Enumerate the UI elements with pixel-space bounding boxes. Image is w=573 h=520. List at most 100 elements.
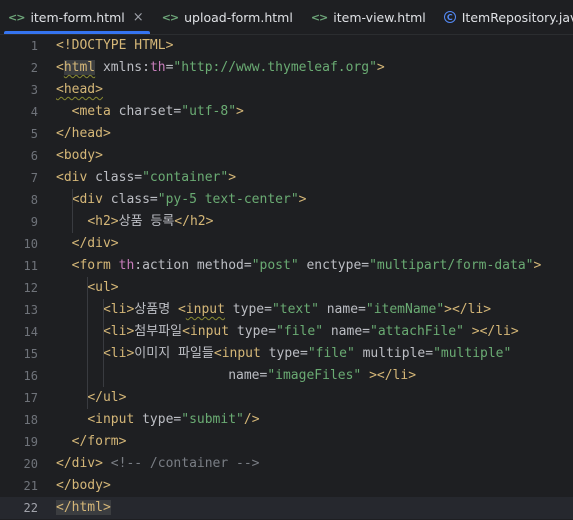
code-token: type= — [260, 346, 308, 361]
editor-tab-label: upload-form.html — [184, 9, 293, 25]
code-text: <div class="py-5 text-center"> — [56, 189, 307, 211]
code-token: <ul> — [87, 280, 119, 295]
code-line[interactable]: 5 </head> — [0, 123, 573, 145]
code-line[interactable]: 10 </div> — [0, 233, 573, 255]
code-line[interactable]: 18 <input type="submit"/> — [0, 409, 573, 431]
code-token: "http://www.thymeleaf.org" — [173, 60, 377, 75]
code-token: </head> — [56, 126, 111, 141]
code-token: "utf-8" — [181, 104, 237, 119]
code-token: "multipart/form-data" — [369, 258, 534, 273]
line-number: 22 — [23, 501, 38, 515]
java-class-icon: C — [443, 11, 456, 23]
code-token: <input — [87, 412, 135, 427]
code-text: <input type="submit"/> — [56, 409, 260, 431]
code-token: /> — [243, 412, 260, 427]
code-text: </form> — [56, 431, 127, 453]
code-token: < — [178, 302, 186, 317]
html-file-icon: <> — [310, 10, 328, 24]
code-text: <body> — [56, 145, 103, 167]
indent-guide — [102, 299, 104, 387]
code-token: </div> — [71, 236, 119, 251]
html-file-icon: <> — [8, 10, 25, 24]
code-text: <h2>상품 등록</h2> — [56, 211, 213, 233]
code-line[interactable]: 16 name="imageFiles" ></li> — [0, 365, 573, 387]
code-line[interactable]: 1 <!DOCTYPE HTML> — [0, 35, 573, 57]
code-token: <meta — [71, 104, 111, 119]
code-line[interactable]: 19 </form> — [0, 431, 573, 453]
code-line[interactable]: 17 </ul> — [0, 387, 573, 409]
code-token: 첨부파일 — [134, 324, 183, 339]
code-token: "file" — [276, 324, 324, 339]
line-number: 6 — [30, 149, 38, 163]
line-number: 14 — [23, 325, 38, 339]
line-number: 4 — [30, 105, 38, 119]
code-token: name= — [318, 302, 366, 317]
code-text: <meta charset="utf-8"> — [56, 101, 244, 123]
editor-tab[interactable]: C ItemRepository.java — [436, 0, 573, 34]
line-number: 16 — [23, 369, 38, 383]
editor-tab[interactable]: <> item-form.html × — [0, 0, 154, 34]
code-token: </html> — [56, 500, 111, 515]
line-number: 2 — [30, 61, 38, 75]
code-line[interactable]: 20 </div> <!-- /container --> — [0, 453, 573, 475]
line-number: 20 — [23, 457, 38, 471]
editor-tab-bar: <> item-form.html × <> upload-form.html <> ite… — [0, 0, 573, 35]
code-token: "text" — [271, 302, 319, 317]
line-number: 18 — [23, 413, 38, 427]
code-token: </ul> — [87, 390, 127, 405]
line-number: 11 — [23, 259, 38, 273]
code-line[interactable]: 7 <div class="container"> — [0, 167, 573, 189]
code-token: ></li> — [471, 324, 519, 339]
code-token: th — [149, 60, 166, 75]
code-text: <li>이미지 파일들<input type="file" multiple="… — [56, 343, 511, 365]
editor-tab-label: item-form.html — [30, 9, 125, 25]
code-line[interactable]: 15 <li>이미지 파일들<input type="file" multipl… — [0, 343, 573, 365]
code-text: <html xmlns:th="http://www.thymeleaf.org… — [56, 57, 385, 79]
line-number: 12 — [23, 281, 38, 295]
code-line[interactable]: 22 </html> — [0, 497, 573, 519]
code-line[interactable]: 3 <head> — [0, 79, 573, 101]
line-number: 13 — [23, 303, 38, 317]
code-token: </h2> — [174, 214, 214, 229]
code-token: "itemName" — [365, 302, 445, 317]
code-token: enctype= — [298, 258, 370, 273]
code-token: ></li> — [444, 302, 492, 317]
code-line[interactable]: 12 <ul> — [0, 277, 573, 299]
code-line[interactable]: 11 <form th:action method="post" enctype… — [0, 255, 573, 277]
code-token: "attachFile" — [370, 324, 464, 339]
code-token: ></li> — [369, 368, 417, 383]
code-line[interactable]: 21 </body> — [0, 475, 573, 497]
code-line[interactable]: 9 <h2>상품 등록</h2> — [0, 211, 573, 233]
code-token: "submit" — [181, 412, 244, 427]
close-tab-icon[interactable]: × — [133, 10, 144, 25]
code-token: <div — [56, 170, 88, 185]
code-text: <li>첨부파일<input type="file" name="attachF… — [56, 321, 519, 343]
code-token: <input — [213, 346, 261, 361]
code-editor[interactable]: 1 <!DOCTYPE HTML> 2 <html xmlns:th="http://… — [0, 35, 573, 520]
editor-tab[interactable]: <> item-view.html — [303, 0, 436, 34]
editor-tab-label: item-view.html — [333, 9, 426, 25]
editor-tab[interactable]: <> upload-form.html — [154, 0, 303, 34]
code-line[interactable]: 8 <div class="py-5 text-center"> — [0, 189, 573, 211]
code-line[interactable]: 2 <html xmlns:th="http://www.thymeleaf.or… — [0, 57, 573, 79]
code-token: <li> — [102, 324, 135, 339]
code-line[interactable]: 6 <body> — [0, 145, 573, 167]
line-number: 7 — [30, 171, 38, 185]
line-number: 8 — [30, 193, 38, 207]
code-token: class= — [87, 170, 143, 185]
code-line[interactable]: 4 <meta charset="utf-8"> — [0, 101, 573, 123]
code-token: <li> — [102, 346, 135, 361]
code-token: > — [228, 170, 237, 185]
code-line[interactable]: 13 <li>상품명 <input type="text" name="item… — [0, 299, 573, 321]
code-text: </head> — [56, 123, 111, 145]
code-line[interactable]: 14 <li>첨부파일<input type="file" name="atta… — [0, 321, 573, 343]
code-text: <form th:action method="post" enctype="m… — [56, 255, 542, 277]
code-text: <div class="container"> — [56, 167, 236, 189]
